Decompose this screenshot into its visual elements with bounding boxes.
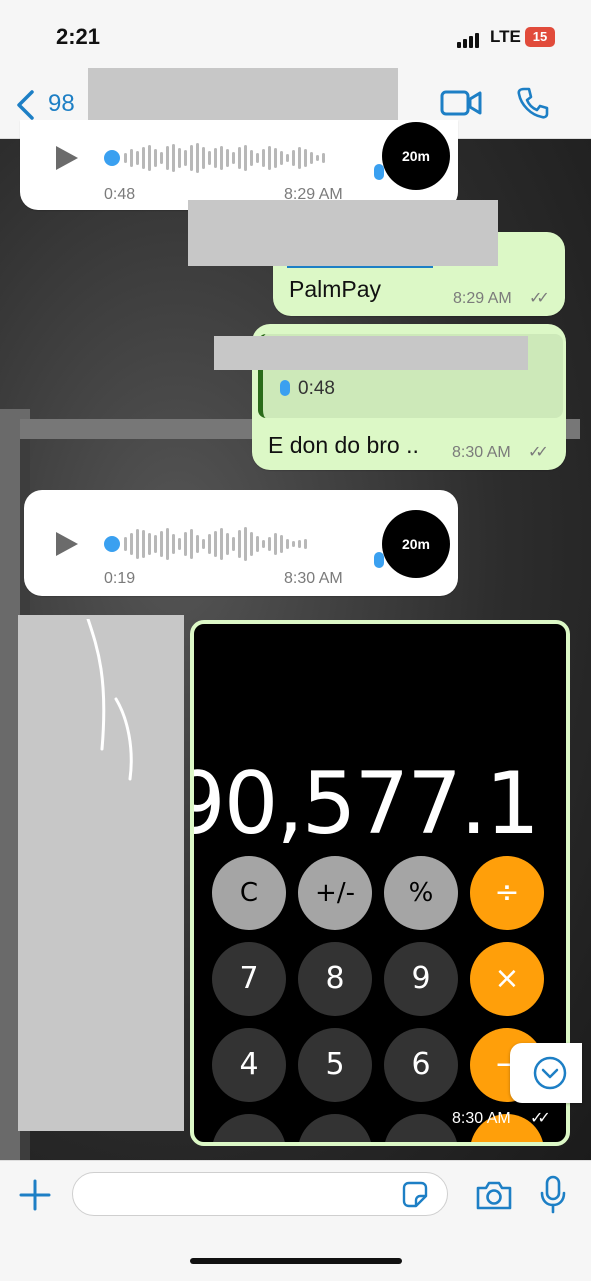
calculator-key-0: C [212, 856, 286, 930]
signal-icon [457, 30, 481, 48]
read-receipt-icon: ✓✓ [528, 444, 549, 461]
calculator-key-1: +/- [298, 856, 372, 930]
chevron-down-icon [533, 1056, 567, 1090]
mic-icon [374, 552, 384, 568]
calculator-key-5: 8 [298, 942, 372, 1016]
calculator-key-9: 5 [298, 1028, 372, 1102]
network-label: LTE [490, 27, 521, 46]
play-icon[interactable] [56, 146, 78, 170]
battery-icon: 15 [525, 27, 555, 47]
sticker-icon[interactable] [400, 1180, 430, 1210]
calculator-key-6: 9 [384, 942, 458, 1016]
calculator-key-partial [384, 1114, 458, 1142]
phone-icon[interactable] [516, 86, 550, 120]
home-indicator [190, 1258, 402, 1264]
voice-duration: 0:48 [104, 186, 136, 203]
redacted-region [214, 336, 528, 370]
playback-position-dot[interactable] [104, 150, 120, 166]
voice-avatar: 20m [382, 122, 450, 190]
quoted-mic-icon [280, 380, 290, 396]
waveform[interactable] [124, 527, 310, 561]
message-text: PalmPay [289, 276, 382, 302]
voice-message-incoming[interactable]: 0:19 8:30 AM 20m [24, 490, 458, 596]
plus-icon[interactable] [18, 1178, 52, 1212]
calculator-key-8: 4 [212, 1028, 286, 1102]
message-input[interactable] [72, 1172, 448, 1216]
calculator-key-divide-icon: ÷ [470, 856, 544, 930]
camera-icon[interactable] [474, 1178, 514, 1212]
playback-position-dot[interactable] [104, 536, 120, 552]
message-time: 8:29 AM [453, 290, 512, 307]
scroll-to-bottom-button[interactable] [510, 1043, 582, 1103]
quoted-duration: 0:48 [298, 378, 335, 399]
mic-icon[interactable] [538, 1174, 568, 1214]
redacted-image[interactable] [18, 615, 184, 1131]
voice-avatar: 20m [382, 510, 450, 578]
calculator-key-4: 7 [212, 942, 286, 1016]
calculator-key-10: 6 [384, 1028, 458, 1102]
read-receipt-icon: ✓✓ [530, 1110, 551, 1127]
voice-message-incoming[interactable]: 0:48 8:29 AM 20m [20, 120, 458, 210]
calculator-key-partial [298, 1114, 372, 1142]
video-call-icon[interactable] [440, 88, 482, 118]
link-underline [287, 266, 433, 268]
status-time: 2:21 [56, 24, 101, 49]
waveform[interactable] [124, 141, 328, 175]
message-text: E don do bro .. [268, 432, 419, 458]
drawing-stroke [86, 619, 133, 781]
mic-icon [374, 164, 384, 180]
calculator-key-2: % [384, 856, 458, 930]
back-chevron-icon[interactable] [14, 88, 36, 122]
message-time: 8:30 AM [452, 444, 511, 461]
voice-duration: 0:19 [104, 570, 136, 587]
back-unread-count[interactable]: 98 [48, 90, 75, 118]
play-icon[interactable] [56, 532, 78, 556]
calculator-key-multiply-icon: × [470, 942, 544, 1016]
calculator-display: 90,577.1 [190, 754, 540, 854]
redacted-region [188, 200, 498, 266]
image-time: 8:30 AM [452, 1110, 511, 1127]
message-time: 8:30 AM [284, 570, 343, 587]
read-receipt-icon: ✓✓ [529, 290, 550, 307]
calculator-key-partial [212, 1114, 286, 1142]
